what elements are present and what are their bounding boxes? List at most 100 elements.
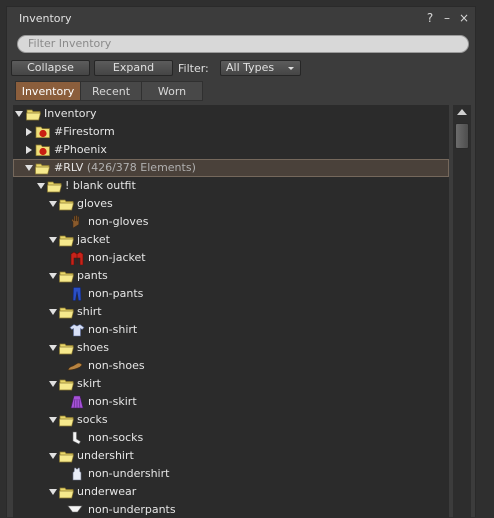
- minimize-icon[interactable]: –: [440, 11, 454, 25]
- tree-row-skirt[interactable]: skirt: [13, 375, 449, 393]
- tree-label: gloves: [77, 197, 113, 210]
- tree-label: non-jacket: [88, 251, 146, 264]
- folder-open-icon: [59, 449, 75, 463]
- underpants-icon: [67, 505, 83, 513]
- expand-arrow-icon[interactable]: [49, 309, 57, 315]
- help-icon[interactable]: ?: [423, 11, 437, 25]
- expand-button[interactable]: Expand: [94, 60, 173, 76]
- folder-open-icon: [59, 197, 75, 211]
- tree-label: #RLV (426/378 Elements): [54, 161, 196, 174]
- tree-row-non-skirt[interactable]: non-skirt: [13, 393, 449, 411]
- tree-row-non-shoes[interactable]: non-shoes: [13, 357, 449, 375]
- filter-dropdown[interactable]: All Types: [220, 60, 301, 76]
- tree-row-rlv[interactable]: #RLV (426/378 Elements): [13, 159, 449, 177]
- scrollbar-thumb[interactable]: [455, 123, 469, 149]
- folder-open-icon: [47, 179, 63, 193]
- tree-row-shoes[interactable]: shoes: [13, 339, 449, 357]
- vertical-scrollbar[interactable]: [453, 105, 471, 518]
- tree-label: socks: [77, 413, 108, 426]
- tree-label: shirt: [77, 305, 102, 318]
- expand-arrow-icon[interactable]: [49, 201, 57, 207]
- tree-row-shirt[interactable]: shirt: [13, 303, 449, 321]
- expand-arrow-icon[interactable]: [49, 381, 57, 387]
- collapsed-arrow-icon[interactable]: [26, 146, 32, 154]
- skirt-icon: [70, 395, 84, 409]
- jacket-icon: [70, 251, 84, 265]
- tree-row-non-undershirt[interactable]: non-undershirt: [13, 465, 449, 483]
- tree-row-phoenix[interactable]: #Phoenix: [13, 141, 449, 159]
- tree-row-underwear[interactable]: underwear: [13, 483, 449, 501]
- folder-open-icon: [59, 233, 75, 247]
- system-folder-icon: [35, 144, 50, 156]
- tree-label: pants: [77, 269, 108, 282]
- tab-recent[interactable]: Recent: [80, 81, 142, 101]
- tree-row-non-pants[interactable]: non-pants: [13, 285, 449, 303]
- collapse-button[interactable]: Collapse: [11, 60, 90, 76]
- expand-arrow-icon[interactable]: [49, 273, 57, 279]
- window-title: Inventory: [19, 12, 72, 25]
- scroll-up-icon[interactable]: [457, 109, 467, 115]
- folder-open-icon: [59, 269, 75, 283]
- tree-row-socks[interactable]: socks: [13, 411, 449, 429]
- tree-label: skirt: [77, 377, 101, 390]
- expand-arrow-icon[interactable]: [49, 237, 57, 243]
- expand-arrow-icon[interactable]: [15, 111, 23, 117]
- tree-label: undershirt: [77, 449, 134, 462]
- socks-icon: [72, 431, 81, 445]
- expand-arrow-icon[interactable]: [49, 345, 57, 351]
- chevron-down-icon: [288, 67, 294, 70]
- tree-row-non-shirt[interactable]: non-shirt: [13, 321, 449, 339]
- search-input[interactable]: Filter Inventory: [17, 35, 469, 53]
- rlv-name: #RLV: [54, 161, 84, 174]
- folder-open-icon: [26, 107, 42, 121]
- folder-open-icon: [59, 485, 75, 499]
- pants-icon: [72, 287, 82, 301]
- folder-open-icon: [59, 305, 75, 319]
- tab-inventory[interactable]: Inventory: [15, 81, 81, 101]
- collapsed-arrow-icon[interactable]: [26, 128, 32, 136]
- gloves-icon: [71, 215, 80, 229]
- inventory-window: Inventory ? – × Filter Inventory Collaps…: [6, 6, 476, 518]
- tree-label: ! blank outfit: [65, 179, 136, 192]
- tab-worn[interactable]: Worn: [141, 81, 203, 101]
- expand-arrow-icon[interactable]: [49, 417, 57, 423]
- folder-open-icon: [59, 413, 75, 427]
- tree-label: non-shirt: [88, 323, 138, 336]
- shoes-icon: [67, 362, 83, 371]
- tree-row-jacket[interactable]: jacket: [13, 231, 449, 249]
- expand-arrow-icon[interactable]: [49, 453, 57, 459]
- title-bar[interactable]: Inventory ? – ×: [7, 7, 475, 31]
- tree-row-firestorm[interactable]: #Firestorm: [13, 123, 449, 141]
- rlv-element-count: (426/378 Elements): [86, 161, 196, 174]
- tree-row-inventory[interactable]: Inventory: [13, 105, 449, 123]
- tree-label: non-gloves: [88, 215, 149, 228]
- tree-label: underwear: [77, 485, 137, 498]
- tree-row-blank-outfit[interactable]: ! blank outfit: [13, 177, 449, 195]
- tree-label: non-skirt: [88, 395, 137, 408]
- tree-row-non-gloves[interactable]: non-gloves: [13, 213, 449, 231]
- expand-arrow-icon[interactable]: [25, 165, 33, 171]
- filter-value: All Types: [226, 61, 275, 74]
- shirt-icon: [69, 324, 85, 337]
- tree-label: non-undershirt: [88, 467, 170, 480]
- tree-label: jacket: [77, 233, 110, 246]
- tree-label: non-socks: [88, 431, 144, 444]
- expand-arrow-icon[interactable]: [49, 489, 57, 495]
- tree-label: non-pants: [88, 287, 144, 300]
- close-icon[interactable]: ×: [457, 11, 471, 25]
- tree-row-non-socks[interactable]: non-socks: [13, 429, 449, 447]
- tree-label: shoes: [77, 341, 109, 354]
- folder-open-icon: [59, 341, 75, 355]
- tree-row-pants[interactable]: pants: [13, 267, 449, 285]
- tree-label: non-shoes: [88, 359, 145, 372]
- expand-arrow-icon[interactable]: [37, 183, 45, 189]
- inventory-tree: Inventory #Firestorm #Phoenix #RLV (426/…: [13, 105, 449, 518]
- tree-row-gloves[interactable]: gloves: [13, 195, 449, 213]
- folder-open-icon: [59, 377, 75, 391]
- tree-label: #Firestorm: [54, 125, 115, 138]
- tree-row-undershirt[interactable]: undershirt: [13, 447, 449, 465]
- tree-row-non-jacket[interactable]: non-jacket: [13, 249, 449, 267]
- filter-label: Filter:: [178, 62, 209, 75]
- folder-open-icon: [35, 161, 51, 175]
- tree-row-non-underpants[interactable]: non-underpants: [13, 501, 449, 518]
